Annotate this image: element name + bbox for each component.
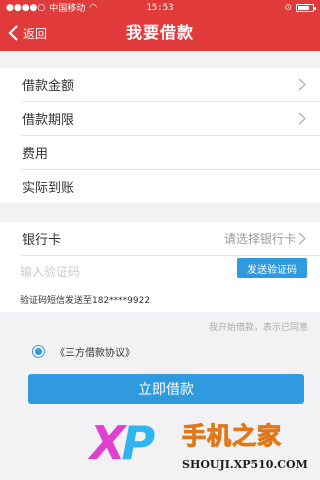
actual-received-row: 实际到账 <box>0 170 320 203</box>
status-bar: ●●●●○ 中国移动 ◠ 15:53 ⊙ <box>0 0 320 15</box>
xp-logo: XP <box>90 416 155 470</box>
code-sent-text: 验证码短信发送至182****9922 <box>20 296 151 306</box>
radio-dot <box>35 348 42 355</box>
bank-card-group: 银行卡 请选择银行卡 发送验证码 验证码短信发送至182****9922 <box>0 222 320 312</box>
lock-icon: ⊙ <box>284 2 293 13</box>
agreement-link[interactable]: 《三方借款协议》 <box>55 344 135 359</box>
battery-icon <box>296 3 317 12</box>
status-time: 15:53 <box>146 2 174 13</box>
verification-code-input[interactable] <box>20 261 220 283</box>
nav-bar: 返回 我要借款 <box>0 15 320 51</box>
fee-row: 费用 <box>0 136 320 169</box>
bank-card-value: 请选择银行卡 <box>223 232 296 246</box>
page-title: 我要借款 <box>125 23 194 42</box>
divider <box>22 255 320 256</box>
status-right: ⊙ <box>211 2 317 13</box>
agreement-row: 《三方借款协议》 <box>32 344 135 359</box>
fee-label: 费用 <box>22 147 49 162</box>
loan-term-label: 借款期限 <box>22 113 75 128</box>
chevron-right-icon <box>298 112 306 125</box>
agreement-radio[interactable] <box>32 345 45 358</box>
chevron-right-icon <box>298 78 306 91</box>
watermark-title: 手机之家 <box>182 422 282 451</box>
signal-icon: ●●●●○ <box>6 2 46 13</box>
watermark-logo: XP 手机之家 SHOUJI.XP510.COM <box>90 418 320 480</box>
chevron-right-icon <box>298 232 306 245</box>
loan-amount-row[interactable]: 借款金额 <box>0 68 320 101</box>
bank-card-row[interactable]: 银行卡 请选择银行卡 <box>0 222 320 255</box>
watermark-url: SHOUJI.XP510.COM <box>182 458 308 471</box>
wifi-icon: ◠ <box>89 2 98 13</box>
agreement-hint: 我开始借款，表示已同意 <box>208 323 308 333</box>
loan-details-group: 借款金额 借款期限 费用 实际到账 <box>0 68 320 203</box>
send-code-button[interactable]: 发送验证码 <box>237 258 307 278</box>
borrow-now-button[interactable]: 立即借款 <box>28 374 304 404</box>
loan-term-row[interactable]: 借款期限 <box>0 102 320 135</box>
loan-amount-label: 借款金额 <box>22 79 75 94</box>
bank-card-label: 银行卡 <box>22 233 62 248</box>
actual-received-label: 实际到账 <box>22 181 75 196</box>
carrier-label: 中国移动 <box>49 4 86 14</box>
status-left: ●●●●○ 中国移动 ◠ <box>6 1 109 15</box>
